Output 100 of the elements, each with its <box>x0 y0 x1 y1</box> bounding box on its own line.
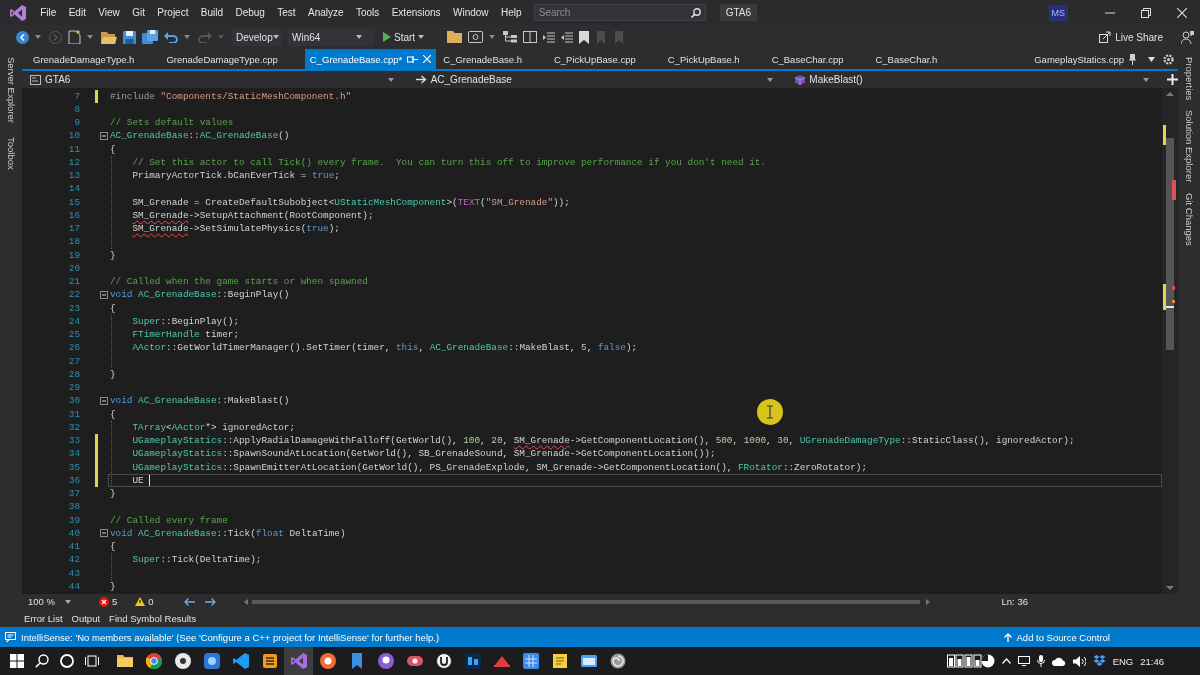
code-line: UGameplayStatics::SpawnEmitterAtLocation(GetWorld(), PS_GrenadeExplode, SM_Grenade->GetComponentLocation(), FRotator::ZeroRotator); <box>132 460 867 474</box>
menu-item[interactable]: Edit <box>62 5 93 20</box>
chevron-up-icon[interactable] <box>1001 658 1011 664</box>
line-number: 34 <box>67 447 80 461</box>
code-line: { <box>110 301 116 315</box>
document-tab[interactable]: C_BaseChar.cpp <box>766 49 871 69</box>
document-tab[interactable]: C_PickUpBase.h <box>662 49 767 69</box>
open-folder-icon[interactable] <box>101 30 117 44</box>
start-button[interactable]: Start <box>380 28 436 46</box>
collapse-icon[interactable] <box>100 396 108 405</box>
code-line: void AC_GrenadeBase::Tick(float DeltaTime) <box>110 526 346 540</box>
line-number: 15 <box>67 195 80 209</box>
collapse-icon[interactable] <box>100 290 108 299</box>
arrow-right-icon[interactable] <box>204 597 216 606</box>
restore-icon[interactable] <box>1141 7 1151 18</box>
project-dropdown[interactable]: GTA6 <box>26 72 406 87</box>
menu-item[interactable]: Debug <box>229 5 272 20</box>
pin-icon[interactable] <box>1129 53 1136 65</box>
meter-blocks-icon[interactable] <box>946 654 995 668</box>
undo-icon[interactable] <box>164 31 178 43</box>
windows-logo-icon[interactable] <box>10 654 24 668</box>
folder-icon[interactable] <box>447 31 463 43</box>
document-tab[interactable]: C_GrenadeBase.cpp* <box>304 49 437 69</box>
ring-icon[interactable] <box>60 654 74 668</box>
close-icon[interactable] <box>1177 7 1187 18</box>
search-field[interactable]: Search <box>533 4 706 21</box>
tool-window-tab[interactable]: Toolbox <box>5 135 17 172</box>
arrow-left-icon[interactable] <box>183 597 195 606</box>
indent-icon[interactable] <box>543 31 556 43</box>
pin-icon[interactable] <box>407 55 419 63</box>
warning-count[interactable]: 0 <box>148 596 154 607</box>
menu-item[interactable]: Build <box>194 5 230 20</box>
menu-item[interactable]: Help <box>494 5 528 20</box>
configuration-dropdown[interactable]: Develop <box>232 28 282 46</box>
source-control-button[interactable]: Add to Source Control <box>1003 631 1110 643</box>
split-icon[interactable] <box>1167 74 1178 85</box>
caret-icon <box>356 35 362 39</box>
collapse-icon[interactable] <box>100 529 108 538</box>
live-share-button[interactable]: Live Share <box>1099 31 1163 43</box>
menu-item[interactable]: Git <box>126 5 152 20</box>
task-view-icon[interactable] <box>85 654 99 668</box>
account-button[interactable]: MS <box>1048 4 1068 21</box>
code-line: void AC_GrenadeBase::MakeBlast() <box>110 394 290 408</box>
document-tab[interactable]: C_BaseChar.h <box>870 49 965 69</box>
menu-item[interactable]: Analyze <box>301 5 350 20</box>
menu-item[interactable]: Extensions <box>385 5 447 20</box>
gear-icon[interactable] <box>1163 53 1174 65</box>
line-number: 27 <box>67 354 80 368</box>
back-icon[interactable] <box>16 30 29 44</box>
new-item-icon[interactable] <box>68 30 81 44</box>
microphone-icon[interactable] <box>1036 655 1045 667</box>
menu-item[interactable]: View <box>92 5 126 20</box>
member-dropdown[interactable]: MakeBlast() <box>791 72 1161 87</box>
menu-item[interactable]: Tools <box>349 5 386 20</box>
panel-tab[interactable]: Output <box>71 612 101 624</box>
search-icon[interactable] <box>690 7 701 18</box>
line-number: 28 <box>67 367 80 381</box>
panel-tab[interactable]: Error List <box>24 612 63 624</box>
screen-icon[interactable] <box>468 31 484 43</box>
save-all-icon[interactable] <box>142 30 158 44</box>
menu-item[interactable]: Project <box>151 5 195 20</box>
code-line: { <box>110 407 116 421</box>
feedback-icon[interactable] <box>1181 30 1194 44</box>
zoom-dropdown[interactable]: 100 % <box>28 596 79 607</box>
code-line: } <box>110 248 116 262</box>
caret-icon <box>387 77 394 82</box>
split-view-icon[interactable] <box>523 31 538 43</box>
vertical-scrollbar[interactable] <box>1162 88 1178 594</box>
diamonds-icon[interactable] <box>1092 655 1106 667</box>
speaker-icon[interactable] <box>1072 655 1086 667</box>
caret-icon <box>489 35 496 39</box>
bookmark-icon[interactable] <box>579 30 590 44</box>
tool-window-tab[interactable]: Properties <box>1183 55 1195 103</box>
document-tab[interactable]: GrenadeDamageType.cpp <box>161 49 305 69</box>
menu-item[interactable]: Test <box>271 5 302 20</box>
panel-tab[interactable]: Find Symbol Results <box>109 612 197 624</box>
round-logo-icon <box>377 653 394 669</box>
document-tab[interactable]: C_PickUpBase.cpp <box>548 49 663 69</box>
tool-window-tab[interactable]: Server Explorer <box>5 55 17 125</box>
document-tab[interactable]: GrenadeDamageType.h <box>28 49 162 69</box>
search-icon[interactable] <box>35 654 49 668</box>
outdent-icon[interactable] <box>561 31 574 43</box>
save-icon[interactable] <box>123 30 136 44</box>
collapse-icon[interactable] <box>100 131 108 140</box>
tool-window-tab[interactable]: Solution Explorer <box>1183 108 1195 185</box>
tool-window-tab[interactable]: Git Changes <box>1183 190 1195 248</box>
hierarchy-icon[interactable] <box>503 31 518 43</box>
clock-time[interactable]: 21:46 <box>1140 655 1164 667</box>
error-count[interactable]: 5 <box>111 596 118 607</box>
menu-item[interactable]: Window <box>446 5 495 20</box>
menu-item[interactable]: File <box>34 5 63 20</box>
dropdown-icon[interactable] <box>1148 56 1155 62</box>
monitor-icon[interactable] <box>1017 656 1030 666</box>
caret-icon <box>64 599 71 604</box>
document-tab[interactable]: GameplayStatics.cpp <box>1029 49 1144 69</box>
scope-dropdown[interactable]: AC_GrenadeBase <box>411 72 786 87</box>
document-tab[interactable]: C_GrenadeBase.h <box>438 49 549 69</box>
input-language[interactable]: ENG <box>1112 655 1134 667</box>
cloud-icon[interactable] <box>1051 656 1066 666</box>
platform-dropdown[interactable]: Win64 <box>288 28 374 46</box>
